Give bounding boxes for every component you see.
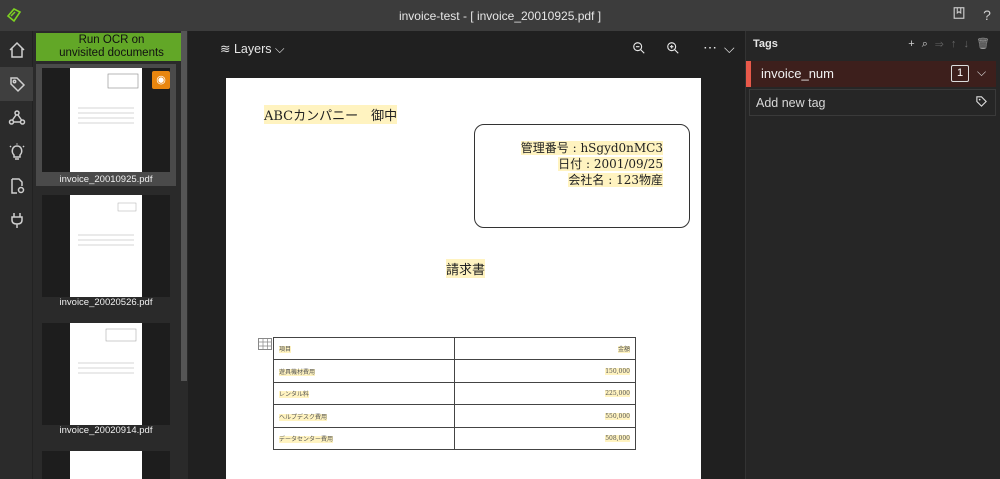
zoom-in-icon[interactable] — [666, 41, 680, 58]
delete-tag-icon[interactable]: 🗑 — [976, 38, 992, 50]
tag-hotkey-badge: 1 — [951, 65, 969, 82]
thumbnail-item[interactable]: invoice_20020914.pdf — [36, 321, 176, 439]
search-tags-icon[interactable]: ⌕ — [922, 38, 930, 50]
window-title: invoice-test - [ invoice_20010925.pdf ] — [398, 9, 602, 23]
chevron-down-icon[interactable]: ⌵ — [977, 65, 986, 80]
thumbnail-page — [70, 323, 142, 425]
title-bar: invoice-test - [ invoice_20010925.pdf ] … — [0, 0, 1000, 31]
table-cell: データセンター費用 — [273, 427, 455, 450]
plug-icon[interactable] — [0, 203, 33, 237]
zoom-out-icon[interactable] — [632, 41, 646, 58]
thumbnail-panel: Run OCR on unvisited documents ◉ invoice… — [33, 31, 188, 479]
document-viewer: ≋ Layers ⌵ ⋯ ⌵ ABCカンパニー 御中 管理番号 : hSgyd0… — [188, 31, 745, 479]
addressee-text[interactable]: ABCカンパニー 御中 — [264, 105, 398, 124]
info-lines: 管理番号 : hSgyd0nMC3 日付 : 2001/09/25 会社名 : … — [516, 140, 663, 188]
document-heading[interactable]: 請求書 — [446, 259, 486, 278]
viewer-toolbar: ≋ Layers ⌵ ⋯ ⌵ — [188, 31, 745, 67]
tag-icon[interactable] — [0, 67, 33, 101]
move-up-icon[interactable]: ↑ — [951, 38, 959, 50]
layers-dropdown[interactable]: ≋ Layers ⌵ — [220, 41, 284, 57]
thumbnail-item[interactable]: invoice_20020526.pdf — [36, 193, 176, 311]
lock-tag-icon[interactable]: ⇒ — [935, 38, 946, 50]
table-cell: 150,000 — [454, 359, 636, 383]
table-cell: 508,000 — [454, 427, 636, 450]
move-down-icon[interactable]: ↓ — [963, 38, 971, 50]
thumbnail-item[interactable]: ◉ invoice_20010925.pdf — [36, 64, 176, 186]
table-row: 項目 金額 — [273, 337, 636, 360]
thumbnail-label: invoice_20020526.pdf — [59, 297, 153, 308]
table-cell: 金額 — [454, 337, 636, 360]
thumbnail-label: invoice_20020914.pdf — [59, 425, 153, 436]
tag-outline-icon — [975, 95, 988, 111]
table-cell: 項目 — [273, 337, 455, 360]
table-cell: 遊具機材費用 — [273, 359, 455, 383]
chevron-down-icon[interactable]: ⌵ — [724, 40, 735, 57]
thumbnail-page — [70, 68, 142, 172]
more-options-icon[interactable]: ⋯ — [703, 39, 717, 56]
table-row: レンタル料 225,000 — [273, 382, 636, 405]
table-icon[interactable] — [258, 335, 272, 354]
table-row: 遊具機材費用 150,000 — [273, 359, 636, 383]
thumbnail-scrollbar[interactable] — [181, 31, 187, 381]
table-cell: 550,000 — [454, 404, 636, 428]
thumbnail-page — [70, 195, 142, 297]
help-icon[interactable]: ? — [978, 6, 996, 24]
thumbnail-preview — [78, 328, 137, 374]
document-page: ABCカンパニー 御中 管理番号 : hSgyd0nMC3 日付 : 2001/… — [226, 78, 701, 479]
lightbulb-icon[interactable] — [0, 135, 33, 169]
document-settings-icon[interactable] — [0, 169, 33, 203]
tags-panel: Tags + ⌕ ⇒ ↑ ↓ 🗑 invoice_num 1 ⌵ — [745, 31, 1000, 479]
run-ocr-label-line2: unvisited documents — [59, 47, 164, 59]
table-row: ヘルプデスク費用 550,000 — [273, 404, 636, 428]
chevron-down-icon: ⌵ — [274, 42, 285, 56]
run-ocr-button[interactable]: Run OCR on unvisited documents — [36, 33, 187, 61]
thumbnail-label: invoice_20010925.pdf — [59, 174, 153, 185]
connection-icon[interactable] — [0, 101, 33, 135]
add-tag-input[interactable] — [756, 94, 956, 112]
visited-eye-icon[interactable]: ◉ — [152, 71, 170, 89]
run-ocr-label-line1: Run OCR on — [78, 34, 145, 46]
thumbnail-page — [70, 451, 142, 479]
date-text[interactable]: 日付 : 2001/09/25 — [558, 157, 663, 171]
thumbnail-item[interactable] — [36, 449, 176, 479]
thumbnail-preview — [78, 73, 139, 124]
thumbnail-preview — [78, 202, 137, 246]
company-text[interactable]: 会社名 : 123物産 — [568, 173, 663, 187]
table-row: データセンター費用 508,000 — [273, 427, 636, 450]
add-tag-icon[interactable]: + — [908, 38, 916, 50]
invoice-table: 項目 金額 遊具機材費用 150,000 レンタル料 225,000 ヘルプデス… — [273, 337, 636, 450]
layers-icon: ≋ — [220, 42, 231, 56]
add-tag-field-container — [749, 89, 996, 116]
table-cell: 225,000 — [454, 382, 636, 405]
tags-toolbar: + ⌕ ⇒ ↑ ↓ 🗑 — [908, 37, 992, 51]
table-cell: レンタル料 — [273, 382, 455, 405]
bookmark-icon[interactable] — [950, 6, 968, 24]
tags-header: Tags — [753, 38, 778, 50]
layers-label: Layers — [233, 42, 272, 56]
tag-item-invoice-num[interactable]: invoice_num 1 ⌵ — [746, 61, 996, 87]
left-rail — [0, 31, 33, 479]
tag-name: invoice_num — [761, 66, 834, 81]
table-cell: ヘルプデスク費用 — [273, 404, 455, 428]
management-number-text[interactable]: 管理番号 : hSgyd0nMC3 — [520, 141, 663, 155]
home-icon[interactable] — [0, 33, 33, 67]
